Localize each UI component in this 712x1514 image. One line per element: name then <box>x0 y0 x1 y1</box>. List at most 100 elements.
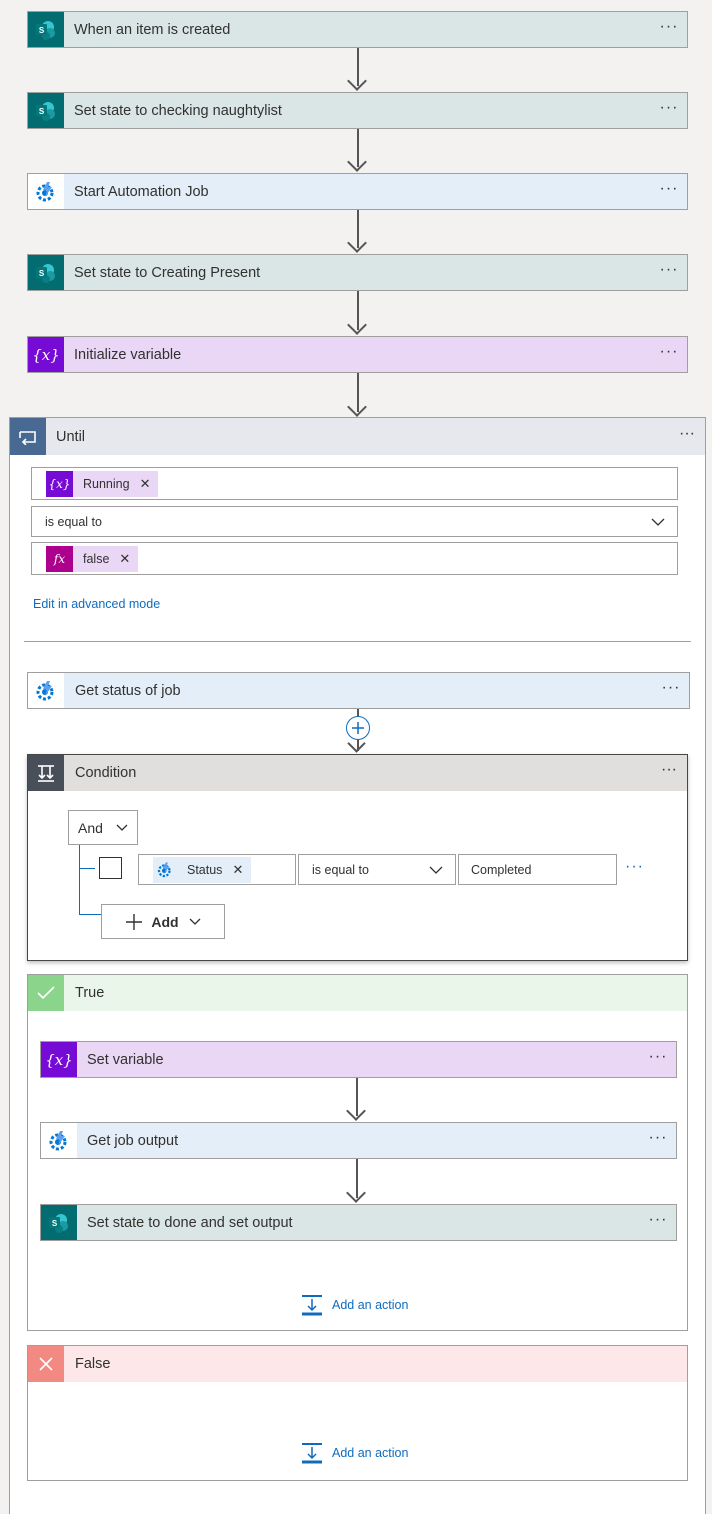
divider <box>24 641 691 642</box>
automation-gear-icon <box>28 673 64 708</box>
add-label: Add <box>151 913 179 930</box>
until-operator-select[interactable]: is equal to <box>31 506 678 537</box>
add-action-icon <box>302 1295 322 1316</box>
remove-token-icon[interactable]: ✕ <box>140 476 151 492</box>
more-options-icon[interactable]: ··· <box>651 18 687 41</box>
svg-text:S: S <box>39 26 45 35</box>
true-branch-title: True <box>75 985 105 1001</box>
svg-text:S: S <box>52 1219 58 1228</box>
step-title: When an item is created <box>74 21 231 38</box>
step-title: Initialize variable <box>74 346 182 363</box>
add-action-label: Add an action <box>332 1298 409 1312</box>
until-title: Until <box>56 428 86 445</box>
condition-left-operand[interactable]: Status ✕ <box>138 854 296 885</box>
edit-advanced-mode-link[interactable]: Edit in advanced mode <box>33 597 160 611</box>
true-branch-header[interactable]: True <box>28 975 687 1011</box>
step-get-job-output[interactable]: Get job output ··· <box>40 1122 677 1159</box>
automation-gear-icon <box>153 857 177 883</box>
until-right-operand[interactable]: fx false ✕ <box>31 542 678 575</box>
more-options-icon[interactable]: ··· <box>640 1048 676 1071</box>
true-add-action-button[interactable]: Add an action <box>301 1294 408 1316</box>
connector-arrow <box>347 373 368 417</box>
condition-icon <box>28 755 64 791</box>
connector-arrow <box>347 48 368 91</box>
false-add-action-button[interactable]: Add an action <box>301 1442 408 1464</box>
variable-icon: {x} <box>46 470 73 497</box>
automation-gear-icon <box>41 1123 77 1158</box>
variable-icon: {x} <box>41 1042 77 1077</box>
step-set-variable[interactable]: {x} Set variable ··· <box>40 1041 677 1078</box>
add-condition-button[interactable]: Add <box>101 904 225 939</box>
until-left-operand[interactable]: {x} Running ✕ <box>31 467 678 500</box>
chevron-down-icon <box>651 518 665 526</box>
connector-arrow <box>347 129 368 172</box>
group-operator-select[interactable]: And <box>68 810 138 845</box>
step-title: Set variable <box>87 1051 164 1068</box>
add-action-icon <box>302 1443 322 1464</box>
until-header[interactable]: Until ··· <box>10 418 705 455</box>
step-title: Start Automation Job <box>74 183 209 200</box>
chevron-down-icon <box>116 824 128 831</box>
step-start-automation-job[interactable]: Start Automation Job ··· <box>27 173 688 210</box>
more-options-icon[interactable]: ··· <box>669 425 705 449</box>
token-status[interactable]: Status ✕ <box>153 856 252 883</box>
more-options-icon[interactable]: ··· <box>651 261 687 284</box>
false-branch-header[interactable]: False <box>28 1346 687 1382</box>
false-branch-title: False <box>75 1356 111 1372</box>
step-title: Set state to Creating Present <box>74 264 261 281</box>
condition-value-input[interactable]: Completed <box>458 854 617 885</box>
checkmark-icon <box>28 975 64 1011</box>
more-options-icon[interactable]: ··· <box>651 99 687 122</box>
operator-value: is equal to <box>312 862 369 877</box>
remove-token-icon[interactable]: ✕ <box>232 862 243 878</box>
plus-icon <box>126 913 143 930</box>
loop-icon <box>10 418 46 455</box>
more-options-icon[interactable]: ··· <box>651 761 687 785</box>
token-label: Running <box>83 476 130 491</box>
sharepoint-icon: S <box>28 255 64 290</box>
plus-icon <box>352 722 364 734</box>
chevron-down-icon <box>189 918 201 925</box>
more-options-icon[interactable]: ··· <box>653 679 689 702</box>
token-running[interactable]: {x} Running ✕ <box>46 470 159 497</box>
more-options-icon[interactable]: ··· <box>651 343 687 366</box>
sharepoint-icon: S <box>28 93 64 128</box>
more-options-icon[interactable]: ··· <box>640 1211 676 1234</box>
step-set-state-done[interactable]: S Set state to done and set output ··· <box>40 1204 677 1241</box>
row-checkbox[interactable] <box>99 857 122 879</box>
insert-step-button[interactable] <box>346 716 370 740</box>
tree-line <box>79 868 95 869</box>
sharepoint-icon: S <box>28 12 64 47</box>
step-when-item-created[interactable]: S When an item is created ··· <box>27 11 688 48</box>
connector-arrow <box>346 1159 367 1203</box>
step-get-status-of-job[interactable]: Get status of job ··· <box>27 672 690 709</box>
expression-icon: fx <box>46 545 73 572</box>
operator-value: is equal to <box>45 514 102 529</box>
condition-value: Completed <box>471 862 532 877</box>
step-title: Set state to done and set output <box>87 1214 293 1231</box>
close-icon <box>28 1346 64 1382</box>
connector-arrow <box>347 291 368 335</box>
step-title: Get job output <box>87 1132 179 1149</box>
svg-text:S: S <box>39 269 45 278</box>
token-label: false <box>83 551 110 566</box>
condition-title: Condition <box>75 765 137 781</box>
add-action-label: Add an action <box>332 1446 409 1460</box>
group-operator-value: And <box>78 819 103 836</box>
condition-operator-select[interactable]: is equal to <box>298 854 456 885</box>
more-options-icon[interactable]: ··· <box>651 180 687 203</box>
connector-arrow <box>346 1078 367 1121</box>
svg-text:S: S <box>39 107 45 116</box>
remove-token-icon[interactable]: ✕ <box>119 551 130 567</box>
row-more-options-icon[interactable]: ··· <box>625 858 644 876</box>
more-options-icon[interactable]: ··· <box>640 1129 676 1152</box>
chevron-down-icon <box>429 866 443 874</box>
tree-line <box>79 914 101 915</box>
token-label: Status <box>187 862 223 877</box>
step-set-state-checking[interactable]: S Set state to checking naughtylist ··· <box>27 92 688 129</box>
step-set-state-creating[interactable]: S Set state to Creating Present ··· <box>27 254 688 291</box>
step-initialize-variable[interactable]: {x} Initialize variable ··· <box>27 336 688 373</box>
condition-header[interactable]: Condition ··· <box>28 755 687 791</box>
token-false[interactable]: fx false ✕ <box>46 545 139 572</box>
connector-arrow <box>347 210 368 253</box>
